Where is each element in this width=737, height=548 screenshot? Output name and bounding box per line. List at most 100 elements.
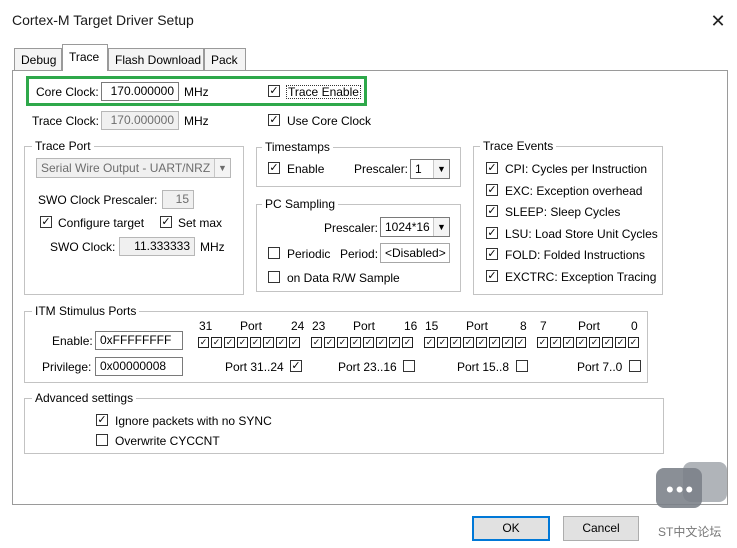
itm-enable-input[interactable]: 0xFFFFFFFF bbox=[95, 331, 183, 350]
itm-stimulus-port-checkbox[interactable]: ✓ bbox=[615, 337, 626, 348]
itm-stimulus-port-checkbox[interactable]: ✓ bbox=[628, 337, 639, 348]
swo-prescaler-input: 15 bbox=[162, 190, 194, 209]
pc-sampling-title: PC Sampling bbox=[262, 197, 339, 211]
ignore-sync-label: Ignore packets with no SYNC bbox=[115, 414, 272, 428]
ignore-sync-checkbox[interactable]: ✓ bbox=[96, 414, 108, 426]
itm-stimulus-port-checkbox[interactable]: ✓ bbox=[363, 337, 374, 348]
itm-stimulus-port-checkbox[interactable]: ✓ bbox=[502, 337, 513, 348]
timestamps-enable-checkbox[interactable]: ✓ bbox=[268, 162, 280, 174]
privilege-port-15-8-checkbox[interactable] bbox=[516, 360, 528, 372]
sleep-label: SLEEP: Sleep Cycles bbox=[505, 205, 621, 219]
timestamps-prescaler-select[interactable]: 1 ▼ bbox=[410, 159, 450, 179]
itm-port-label: Port bbox=[466, 319, 489, 333]
itm-bit-label: 15 bbox=[425, 319, 439, 333]
chevron-down-icon: ▼ bbox=[433, 218, 449, 236]
itm-port-label: Port bbox=[578, 319, 601, 333]
itm-privilege-input[interactable]: 0x00000008 bbox=[95, 357, 183, 376]
itm-stimulus-port-checkbox[interactable]: ✓ bbox=[450, 337, 461, 348]
swo-clock-unit: MHz bbox=[200, 240, 225, 254]
itm-bit-label: 23 bbox=[312, 319, 326, 333]
swo-clock-label: SWO Clock: bbox=[50, 240, 116, 254]
itm-stimulus-port-checkbox[interactable]: ✓ bbox=[263, 337, 274, 348]
itm-bit-label: 8 bbox=[520, 319, 527, 333]
pc-sampling-prescaler-select[interactable]: 1024*16 ▼ bbox=[380, 217, 450, 237]
itm-stimulus-port-checkbox[interactable]: ✓ bbox=[563, 337, 574, 348]
itm-stimulus-port-checkbox[interactable]: ✓ bbox=[402, 337, 413, 348]
data-rw-sample-checkbox[interactable] bbox=[268, 271, 280, 283]
itm-stimulus-port-checkbox[interactable]: ✓ bbox=[602, 337, 613, 348]
itm-stimulus-port-checkbox[interactable]: ✓ bbox=[376, 337, 387, 348]
itm-stimulus-port-checkbox[interactable]: ✓ bbox=[537, 337, 548, 348]
swo-clock-value: 11.333333 bbox=[119, 237, 195, 256]
itm-stimulus-port-checkbox[interactable]: ✓ bbox=[289, 337, 300, 348]
itm-stimulus-port-checkbox[interactable]: ✓ bbox=[576, 337, 587, 348]
set-max-checkbox[interactable]: ✓ bbox=[160, 216, 172, 228]
exctrc-checkbox[interactable]: ✓ bbox=[486, 270, 498, 282]
itm-stimulus-port-checkbox[interactable]: ✓ bbox=[589, 337, 600, 348]
itm-stimulus-port-checkbox[interactable]: ✓ bbox=[311, 337, 322, 348]
privilege-port-7-0-checkbox[interactable] bbox=[629, 360, 641, 372]
itm-stimulus-port-checkbox[interactable]: ✓ bbox=[198, 337, 209, 348]
trace-port-title: Trace Port bbox=[32, 139, 94, 153]
exc-checkbox[interactable]: ✓ bbox=[486, 184, 498, 196]
itm-stimulus-checkbox-row: ✓ ✓ ✓ ✓ ✓ ✓ ✓ ✓ ✓ ✓ ✓ ✓ ✓ ✓ ✓ ✓ ✓ ✓ ✓ ✓ ✓ ✓ ✓ ✓ ✓ ✓ ✓ ✓ ✓ ✓ ✓ ✓ bbox=[198, 337, 643, 350]
itm-stimulus-port-checkbox[interactable]: ✓ bbox=[237, 337, 248, 348]
itm-stimulus-port-checkbox[interactable]: ✓ bbox=[476, 337, 487, 348]
itm-stimulus-title: ITM Stimulus Ports bbox=[32, 304, 140, 318]
timestamps-prescaler-value: 1 bbox=[415, 162, 422, 176]
configure-target-label: Configure target bbox=[58, 216, 145, 230]
itm-stimulus-port-checkbox[interactable]: ✓ bbox=[389, 337, 400, 348]
cpi-checkbox[interactable]: ✓ bbox=[486, 162, 498, 174]
itm-stimulus-port-checkbox[interactable]: ✓ bbox=[489, 337, 500, 348]
fold-checkbox[interactable]: ✓ bbox=[486, 248, 498, 260]
timestamps-enable-label: Enable bbox=[287, 162, 325, 176]
itm-stimulus-port-checkbox[interactable]: ✓ bbox=[224, 337, 235, 348]
privilege-port-23-16-checkbox[interactable] bbox=[403, 360, 415, 372]
lsu-checkbox[interactable]: ✓ bbox=[486, 227, 498, 239]
advanced-settings-title: Advanced settings bbox=[32, 391, 137, 405]
itm-stimulus-port-checkbox[interactable]: ✓ bbox=[211, 337, 222, 348]
trace-clock-input: 170.000000 bbox=[101, 111, 179, 130]
trace-port-select[interactable]: Serial Wire Output - UART/NRZ ▼ bbox=[36, 158, 231, 178]
itm-stimulus-port-checkbox[interactable]: ✓ bbox=[250, 337, 261, 348]
chevron-down-icon: ▼ bbox=[214, 159, 230, 177]
itm-stimulus-port-checkbox[interactable]: ✓ bbox=[337, 337, 348, 348]
sleep-checkbox[interactable]: ✓ bbox=[486, 205, 498, 217]
itm-enable-label: Enable: bbox=[52, 334, 93, 348]
itm-stimulus-port-checkbox[interactable]: ✓ bbox=[437, 337, 448, 348]
itm-stimulus-port-checkbox[interactable]: ✓ bbox=[463, 337, 474, 348]
itm-port-label: Port bbox=[353, 319, 376, 333]
use-core-clock-checkbox[interactable]: ✓ bbox=[268, 114, 280, 126]
itm-bit-label: 16 bbox=[404, 319, 418, 333]
swo-prescaler-label: SWO Clock Prescaler: bbox=[38, 193, 158, 207]
itm-stimulus-port-checkbox[interactable]: ✓ bbox=[324, 337, 335, 348]
core-clock-input[interactable]: 170.000000 bbox=[101, 82, 179, 101]
itm-stimulus-port-checkbox[interactable]: ✓ bbox=[276, 337, 287, 348]
itm-stimulus-port-checkbox[interactable]: ✓ bbox=[424, 337, 435, 348]
privilege-port-31-24-checkbox[interactable]: ✓ bbox=[290, 360, 302, 372]
pc-sampling-prescaler-value: 1024*16 bbox=[385, 220, 430, 234]
itm-bit-label: 24 bbox=[291, 319, 305, 333]
configure-target-checkbox[interactable]: ✓ bbox=[40, 216, 52, 228]
overwrite-cyccnt-label: Overwrite CYCCNT bbox=[115, 434, 220, 448]
itm-port-label: Port bbox=[240, 319, 263, 333]
fold-label: FOLD: Folded Instructions bbox=[505, 248, 646, 262]
privilege-port-31-24-label: Port 31..24 bbox=[225, 360, 284, 374]
lsu-label: LSU: Load Store Unit Cycles bbox=[505, 227, 658, 241]
ok-button[interactable]: OK bbox=[472, 516, 550, 541]
overwrite-cyccnt-checkbox[interactable] bbox=[96, 434, 108, 446]
itm-bit-label: 31 bbox=[199, 319, 213, 333]
data-rw-sample-label: on Data R/W Sample bbox=[287, 271, 400, 285]
periodic-checkbox[interactable] bbox=[268, 247, 280, 259]
timestamps-prescaler-label: Prescaler: bbox=[354, 162, 409, 176]
period-value: <Disabled> bbox=[380, 243, 450, 263]
core-clock-label: Core Clock: bbox=[36, 85, 99, 99]
trace-enable-label: Trace Enable bbox=[286, 85, 361, 99]
itm-stimulus-port-checkbox[interactable]: ✓ bbox=[550, 337, 561, 348]
itm-stimulus-port-checkbox[interactable]: ✓ bbox=[515, 337, 526, 348]
pc-sampling-prescaler-label: Prescaler: bbox=[324, 221, 379, 235]
trace-enable-checkbox[interactable]: ✓ bbox=[268, 85, 280, 97]
itm-stimulus-port-checkbox[interactable]: ✓ bbox=[350, 337, 361, 348]
itm-bit-label: 7 bbox=[540, 319, 547, 333]
cancel-button[interactable]: Cancel bbox=[563, 516, 639, 541]
